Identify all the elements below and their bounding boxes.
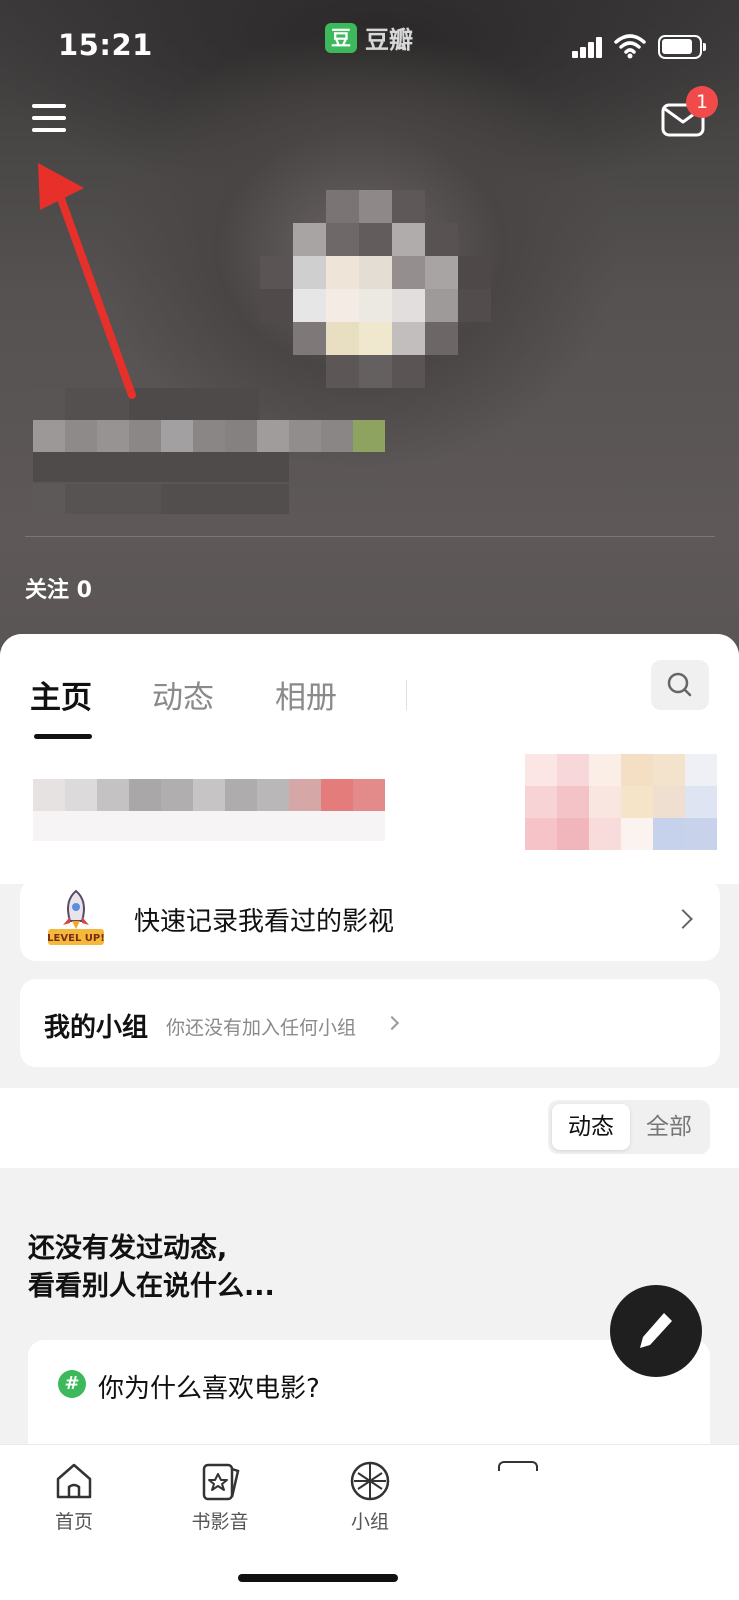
star-card-icon xyxy=(202,1463,240,1501)
avatar[interactable] xyxy=(260,190,500,390)
douban-logo-icon: 豆 xyxy=(325,22,357,53)
tab-home[interactable]: 主页 xyxy=(30,672,92,717)
my-groups-subtitle: 你还没有加入任何小组 xyxy=(166,1017,357,1039)
search-icon xyxy=(667,672,692,697)
feed-filter-toggle: 动态 全部 xyxy=(548,1100,710,1154)
nav-media[interactable]: 书影音 xyxy=(170,1459,270,1534)
profile-info-redacted xyxy=(33,388,385,514)
tab-activity[interactable]: 动态 xyxy=(152,672,214,717)
home-icon xyxy=(56,1463,92,1499)
my-groups-title: 我的小组 xyxy=(44,1013,149,1043)
tab-separator xyxy=(406,680,407,710)
nav-media-label: 书影音 xyxy=(191,1511,249,1533)
pen-icon xyxy=(640,1313,672,1348)
level-up-rocket-icon: LEVEL UP! xyxy=(47,889,105,945)
quick-record-label: 快速记录我看过的影视 xyxy=(134,907,395,937)
profile-header: 15:21 豆 豆瓣 1 关注 0 xyxy=(0,0,739,660)
feed-filter-bar: 动态 全部 xyxy=(0,1088,739,1168)
nav-groups[interactable]: 小组 xyxy=(320,1459,420,1534)
status-time: 15:21 xyxy=(58,28,153,62)
wifi-icon xyxy=(614,34,646,59)
tab-bar: 主页 动态 相册 xyxy=(0,634,739,754)
follow-count[interactable]: 关注 0 xyxy=(25,572,92,604)
status-bar: 15:21 豆 豆瓣 xyxy=(0,0,739,90)
hamburger-menu-icon[interactable] xyxy=(32,100,70,136)
search-button[interactable] xyxy=(651,660,709,710)
home-indicator xyxy=(238,1574,398,1582)
quick-record-card[interactable]: LEVEL UP! 快速记录我看过的影视 xyxy=(20,879,720,961)
topic-card[interactable]: # 你为什么喜欢电影? xyxy=(28,1340,710,1460)
topic-title: 你为什么喜欢电影? xyxy=(98,1374,320,1404)
level-up-badge: LEVEL UP! xyxy=(47,933,105,944)
empty-state-message: 还没有发过动态, 看看别人在说什么... xyxy=(28,1230,275,1306)
globe-icon xyxy=(350,1461,390,1501)
chevron-right-icon xyxy=(673,909,693,929)
empty-state-line-1: 还没有发过动态, xyxy=(28,1233,228,1264)
tab-album[interactable]: 相册 xyxy=(275,672,337,717)
empty-state-line-2: 看看别人在说什么... xyxy=(28,1271,275,1302)
battery-icon xyxy=(658,35,706,59)
filter-option-activity[interactable]: 动态 xyxy=(552,1104,630,1150)
nav-partial-icon xyxy=(498,1461,538,1471)
nav-home-label: 首页 xyxy=(54,1511,93,1533)
redacted-banner xyxy=(0,754,739,884)
filter-option-all[interactable]: 全部 xyxy=(630,1104,708,1150)
tab-active-indicator xyxy=(34,734,92,739)
nav-home[interactable]: 首页 xyxy=(24,1459,124,1534)
nav-groups-label: 小组 xyxy=(350,1511,389,1533)
app-name: 豆瓣 xyxy=(365,26,413,54)
header-divider xyxy=(25,536,715,537)
hashtag-icon: # xyxy=(58,1370,86,1398)
app-indicator: 豆 豆瓣 xyxy=(325,20,413,55)
compose-button[interactable] xyxy=(610,1285,702,1377)
chevron-right-icon xyxy=(384,1015,400,1031)
my-groups-card[interactable]: 我的小组 你还没有加入任何小组 xyxy=(20,979,720,1067)
signal-icon xyxy=(572,36,604,58)
mail-badge: 1 xyxy=(686,86,718,118)
